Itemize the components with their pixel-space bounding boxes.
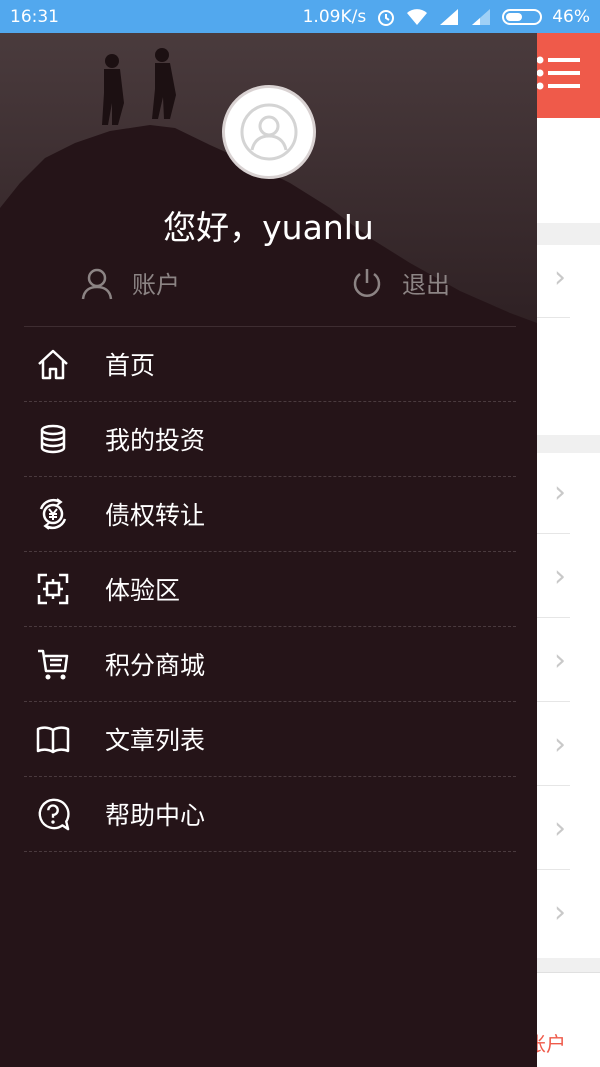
cart-icon	[36, 647, 70, 681]
signal-weak-icon	[470, 8, 492, 26]
user-avatar-icon	[240, 103, 298, 161]
menu-item-experience-zone[interactable]: 体验区	[24, 552, 516, 627]
logout-button[interactable]: 退出	[350, 265, 450, 300]
wifi-icon	[406, 8, 428, 26]
coins-stack-icon	[36, 422, 70, 456]
power-icon	[353, 268, 381, 297]
open-book-icon	[36, 722, 70, 756]
user-greeting: 您好，yuanlu	[163, 208, 374, 247]
drawer-menu: 首页 我的投资 债权转让 体验区 积分商城 文章列表 帮助中心	[24, 327, 516, 852]
alarm-icon	[376, 7, 396, 27]
menu-item-label: 帮助中心	[105, 801, 206, 830]
signal-icon	[438, 8, 460, 26]
list-menu-icon[interactable]	[536, 55, 580, 91]
chevron-right-icon: ›	[554, 475, 566, 510]
chevron-right-icon: ›	[554, 559, 566, 594]
logout-label: 退出	[402, 271, 450, 299]
network-speed: 1.09K/s	[302, 6, 367, 27]
status-time: 16:31	[10, 6, 59, 27]
navigation-drawer: 您好，yuanlu 账户 退出 首页 我的投资 债权转让 体验区 积分商城 文章…	[0, 33, 537, 1067]
chevron-right-icon: ›	[554, 895, 566, 930]
avatar[interactable]	[222, 85, 316, 179]
menu-item-points-mall[interactable]: 积分商城	[24, 627, 516, 702]
chevron-right-icon: ›	[554, 811, 566, 846]
menu-item-article-list[interactable]: 文章列表	[24, 702, 516, 777]
menu-item-debt-transfer[interactable]: 债权转让	[24, 477, 516, 552]
menu-item-my-investment[interactable]: 我的投资	[24, 402, 516, 477]
chevron-right-icon: ›	[554, 260, 566, 295]
scan-frame-icon	[36, 572, 70, 606]
quick-actions: 账户 退出	[0, 265, 537, 305]
account-label: 账户	[132, 271, 180, 299]
menu-item-label: 我的投资	[105, 426, 206, 455]
user-icon	[81, 268, 113, 299]
account-button[interactable]: 账户	[80, 265, 180, 300]
menu-item-home[interactable]: 首页	[24, 327, 516, 402]
menu-item-label: 首页	[105, 351, 156, 380]
menu-item-help-center[interactable]: 帮助中心	[24, 777, 516, 852]
yen-transfer-icon	[36, 497, 70, 531]
home-icon	[36, 347, 70, 381]
chevron-right-icon: ›	[554, 643, 566, 678]
menu-item-label: 文章列表	[105, 726, 206, 755]
chevron-right-icon: ›	[554, 727, 566, 762]
status-bar: 16:31 1.09K/s 46%	[0, 0, 600, 33]
menu-item-label: 积分商城	[105, 651, 206, 680]
battery-level: 46%	[552, 6, 590, 27]
help-bubble-icon	[36, 797, 70, 831]
battery-icon	[502, 8, 543, 25]
menu-item-label: 债权转让	[105, 501, 206, 530]
menu-item-label: 体验区	[105, 576, 181, 605]
